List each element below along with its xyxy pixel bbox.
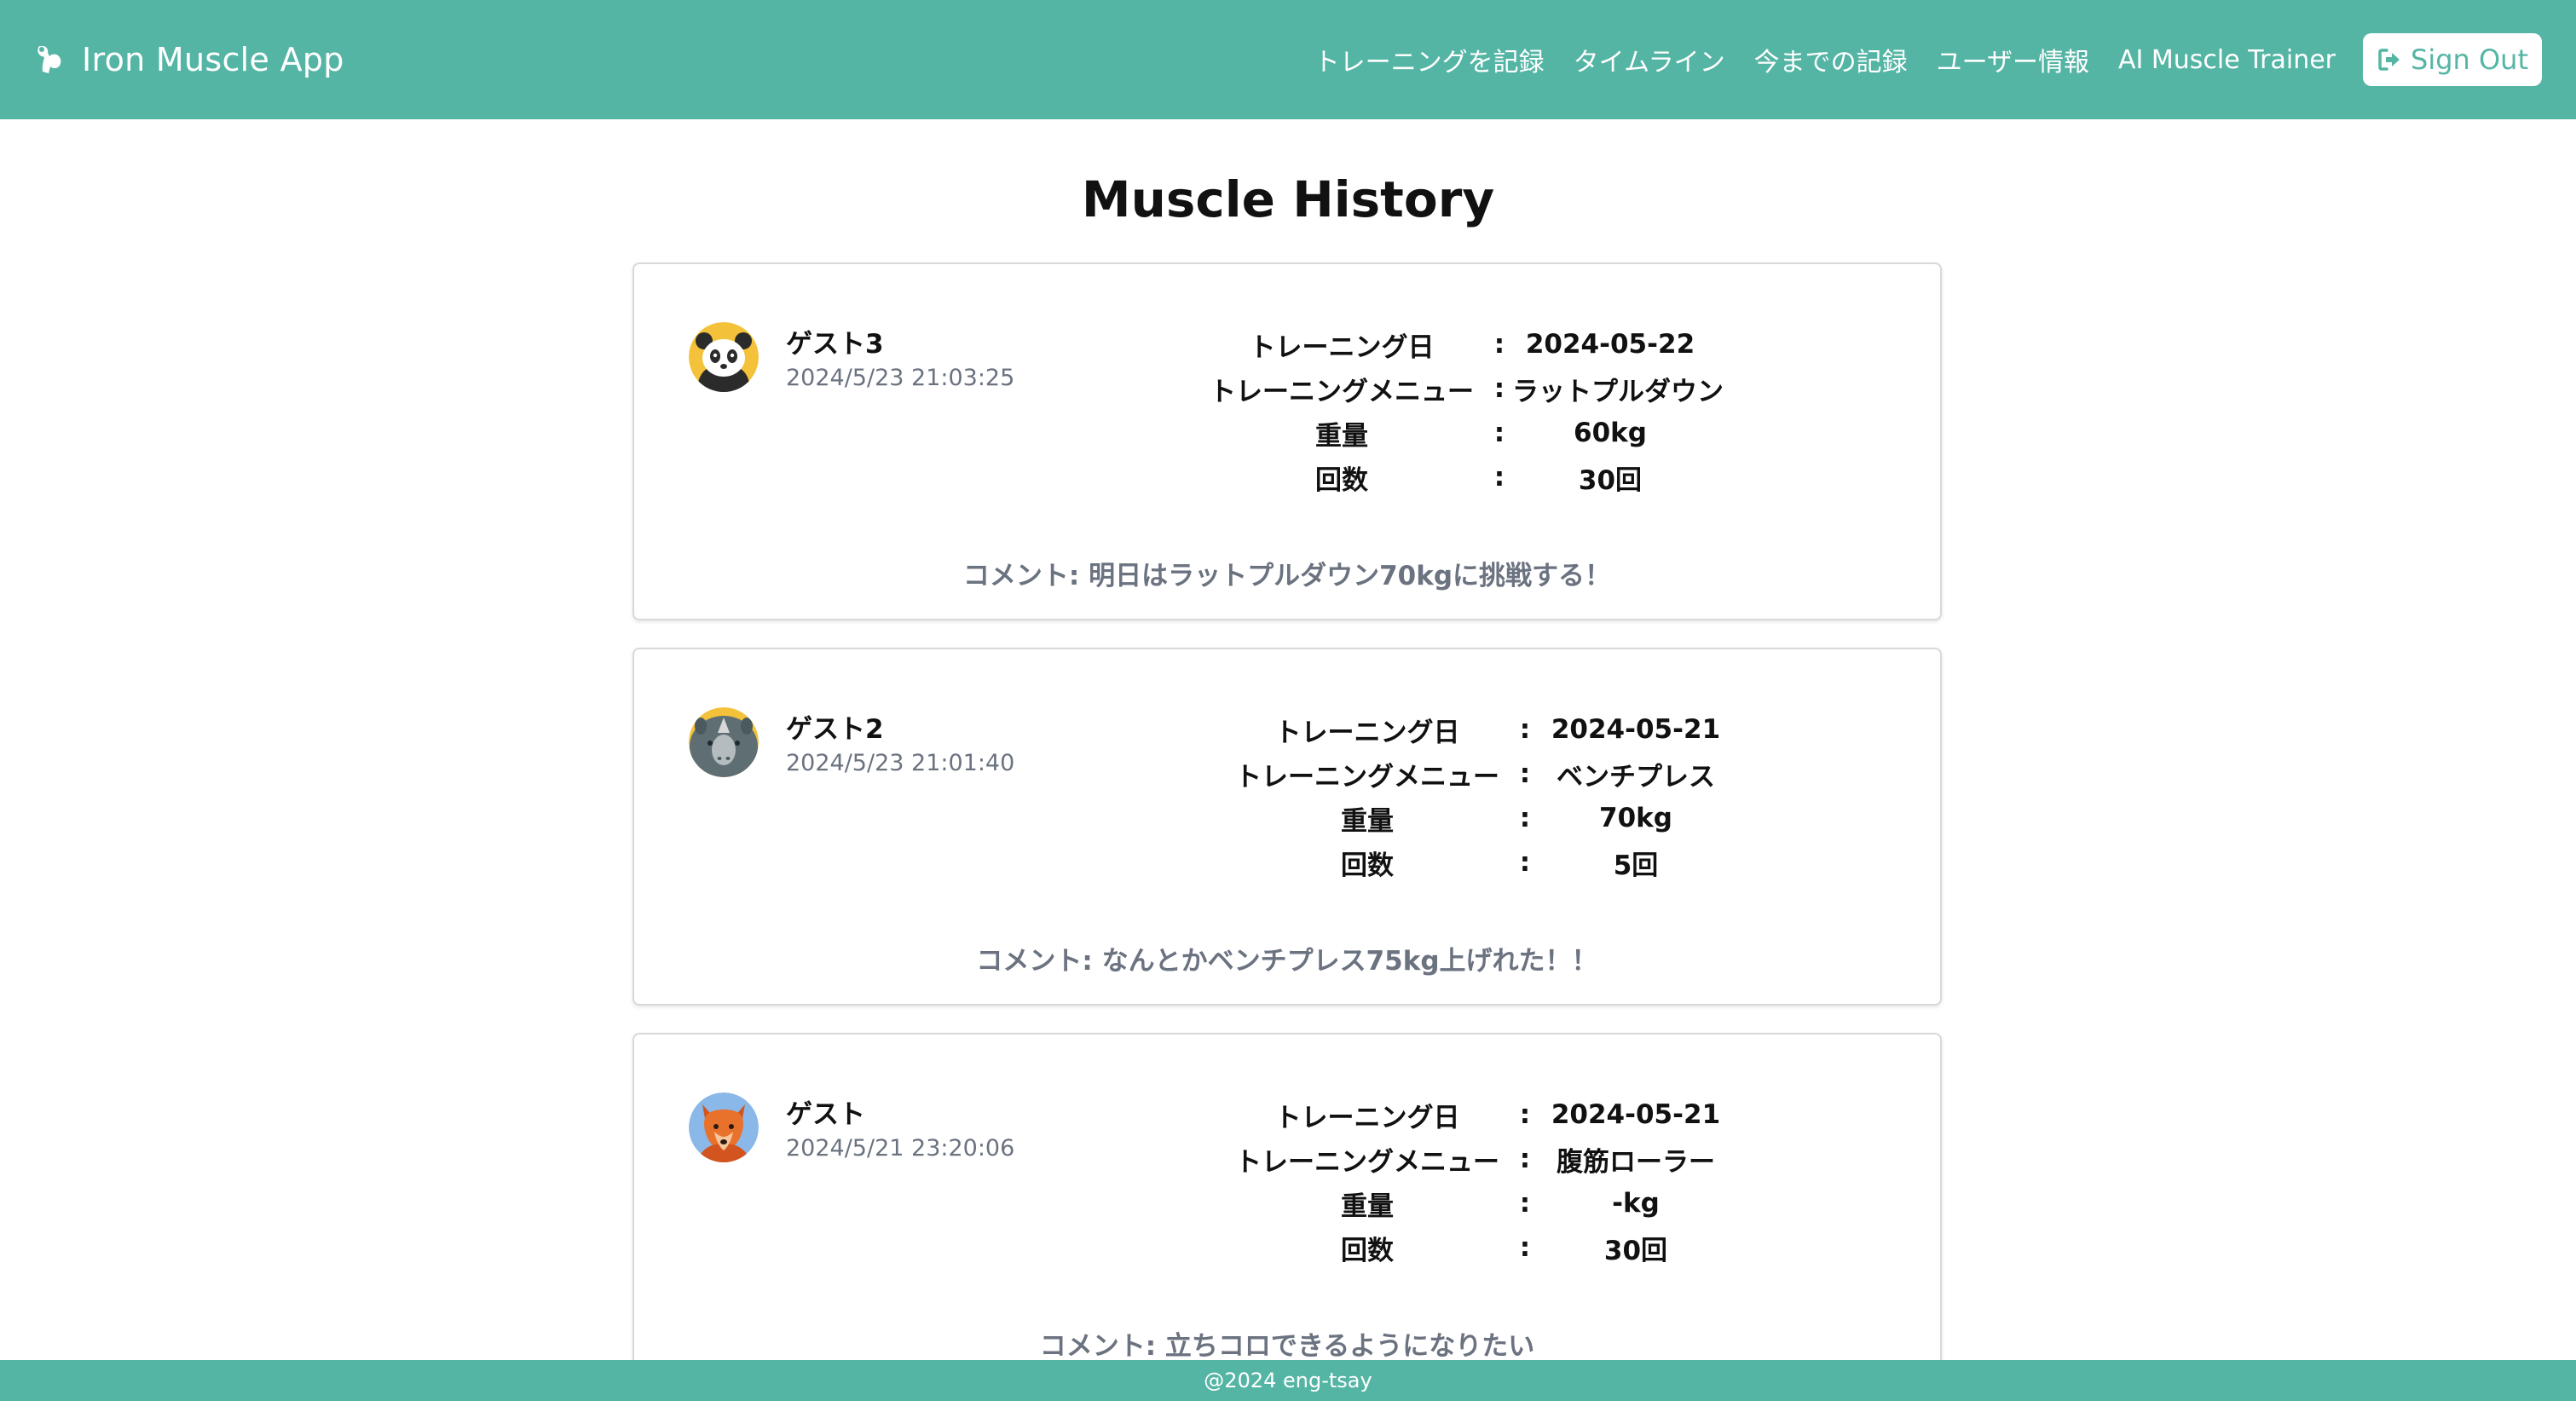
detail-row-menu: トレーニングメニュー : ラットプルダウン — [1197, 366, 1724, 411]
value-training-date: 2024-05-21 — [1551, 1099, 1721, 1130]
nav-links: トレーニングを記録 タイムライン 今までの記録 ユーザー情報 AI Muscle… — [1285, 33, 2542, 86]
label-weight: 重量 — [1341, 805, 1394, 837]
separator: : — [1519, 847, 1531, 878]
post-card: ゲスト2 2024/5/23 21:01:40 トレーニング日 : 2024-0… — [632, 648, 1942, 1006]
detail-row-menu: トレーニングメニュー : ベンチプレス — [1222, 752, 1734, 796]
separator: : — [1493, 373, 1505, 404]
value-training-date: 2024-05-22 — [1525, 329, 1695, 360]
detail-row-date: トレーニング日 : 2024-05-21 — [1222, 1092, 1734, 1137]
detail-row-reps: 回数 : 30回 — [1222, 1225, 1734, 1270]
nav-history[interactable]: 今までの記録 — [1754, 41, 1908, 78]
detail-row-menu: トレーニングメニュー : 腹筋ローラー — [1222, 1137, 1734, 1181]
training-details: トレーニング日 : 2024-05-21 トレーニングメニュー : ベンチプレス… — [1222, 707, 1734, 885]
post-comment: コメント: 明日はラットプルダウン70kgに挑戦する！ — [962, 561, 1612, 591]
footer-copyright: @2024 eng-tsay — [1204, 1369, 1372, 1392]
nav-user-info[interactable]: ユーザー情報 — [1937, 41, 2089, 78]
rhino-icon[interactable] — [689, 707, 759, 777]
user-name[interactable]: ゲスト — [786, 1092, 865, 1131]
detail-row-reps: 回数 : 5回 — [1222, 840, 1734, 885]
label-weight: 重量 — [1315, 420, 1368, 452]
value-weight: 70kg — [1599, 803, 1672, 833]
separator: : — [1519, 758, 1531, 789]
post-timestamp: 2024/5/21 23:20:06 — [786, 1135, 1015, 1161]
value-reps: 5回 — [1613, 850, 1659, 881]
detail-row-date: トレーニング日 : 2024-05-22 — [1197, 322, 1708, 366]
label-reps: 回数 — [1341, 850, 1394, 881]
detail-row-reps: 回数 : 30回 — [1197, 455, 1708, 499]
nav-record-training[interactable]: トレーニングを記録 — [1314, 41, 1545, 78]
training-details: トレーニング日 : 2024-05-21 トレーニングメニュー : 腹筋ローラー… — [1222, 1092, 1734, 1270]
label-reps: 回数 — [1341, 1235, 1394, 1266]
post-timestamp: 2024/5/23 21:03:25 — [786, 365, 1015, 391]
footer: @2024 eng-tsay — [0, 1360, 2576, 1401]
label-training-menu: トレーニングメニュー — [1235, 1146, 1499, 1178]
label-training-date: トレーニング日 — [1274, 717, 1460, 748]
value-reps: 30回 — [1603, 1235, 1668, 1266]
post-list: ゲスト3 2024/5/23 21:03:25 トレーニング日 : 2024-0… — [632, 262, 1942, 1418]
brand[interactable]: Iron Muscle App — [34, 41, 344, 78]
label-training-menu: トレーニングメニュー — [1235, 761, 1499, 793]
detail-row-weight: 重量 : 60kg — [1197, 411, 1708, 455]
sign-out-icon — [2377, 47, 2402, 72]
separator: : — [1493, 462, 1505, 493]
user-name[interactable]: ゲスト3 — [786, 322, 884, 360]
separator: : — [1493, 329, 1505, 360]
separator: : — [1493, 418, 1505, 448]
post-card: ゲスト3 2024/5/23 21:03:25 トレーニング日 : 2024-0… — [632, 262, 1942, 620]
value-reps: 30回 — [1578, 464, 1643, 496]
value-weight: 60kg — [1574, 418, 1647, 448]
page-title: Muscle History — [1081, 170, 1495, 228]
post-timestamp: 2024/5/23 21:01:40 — [786, 750, 1015, 776]
nav-timeline[interactable]: タイムライン — [1574, 41, 1725, 78]
value-training-menu: 腹筋ローラー — [1557, 1146, 1715, 1178]
label-training-date: トレーニング日 — [1274, 1102, 1460, 1133]
panda-icon[interactable] — [689, 322, 759, 392]
training-details: トレーニング日 : 2024-05-22 トレーニングメニュー : ラットプルダ… — [1197, 322, 1724, 499]
detail-row-weight: 重量 : 70kg — [1222, 796, 1734, 840]
separator: : — [1519, 1188, 1531, 1219]
sign-out-label: Sign Out — [2411, 43, 2528, 76]
label-weight: 重量 — [1341, 1190, 1394, 1222]
value-training-menu: ラットプルダウン — [1512, 376, 1724, 407]
separator: : — [1519, 1232, 1531, 1263]
value-weight: -kg — [1612, 1188, 1660, 1219]
value-training-menu: ベンチプレス — [1557, 761, 1715, 793]
flexed-arm-icon — [34, 43, 65, 77]
user-name[interactable]: ゲスト2 — [786, 707, 884, 746]
fox-icon[interactable] — [689, 1092, 759, 1162]
separator: : — [1519, 714, 1531, 745]
label-training-menu: トレーニングメニュー — [1210, 376, 1474, 407]
post-comment: コメント: なんとかベンチプレス75kg上げれた！！ — [976, 946, 1598, 977]
nav-ai-trainer[interactable]: AI Muscle Trainer — [2118, 45, 2336, 75]
separator: : — [1519, 1099, 1531, 1130]
label-training-date: トレーニング日 — [1249, 331, 1435, 363]
label-reps: 回数 — [1315, 464, 1368, 496]
top-navbar: Iron Muscle App トレーニングを記録 タイムライン 今までの記録 … — [0, 0, 2576, 119]
post-comment: コメント: 立ちコロできるようになりたい — [1039, 1331, 1535, 1362]
post-card: ゲスト 2024/5/21 23:20:06 トレーニング日 : 2024-05… — [632, 1033, 1942, 1391]
separator: : — [1519, 1144, 1531, 1174]
detail-row-date: トレーニング日 : 2024-05-21 — [1222, 707, 1734, 752]
separator: : — [1519, 803, 1531, 833]
app-name: Iron Muscle App — [82, 41, 344, 78]
sign-out-button[interactable]: Sign Out — [2363, 33, 2542, 86]
detail-row-weight: 重量 : -kg — [1222, 1181, 1734, 1225]
value-training-date: 2024-05-21 — [1551, 714, 1721, 745]
